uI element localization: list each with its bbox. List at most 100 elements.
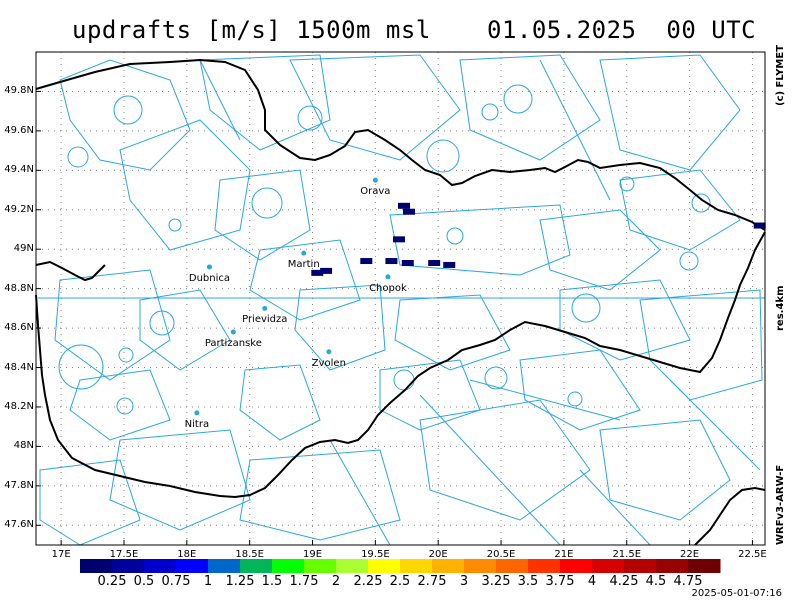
terrain-contour xyxy=(113,95,143,125)
city-markers xyxy=(194,177,391,416)
city-label: Dubnica xyxy=(188,272,231,284)
updraft-cell xyxy=(753,222,766,229)
terrain-contour xyxy=(239,364,321,441)
legend-value-label: 4.75 xyxy=(673,574,703,589)
terrain-contour xyxy=(67,146,89,168)
updraft-map xyxy=(35,51,766,573)
border-line xyxy=(694,486,766,546)
legend-swatch xyxy=(368,559,401,573)
lat-tick-label: 49.4N xyxy=(4,164,34,176)
country-border xyxy=(35,58,766,546)
terrain-contour xyxy=(519,349,641,431)
color-scale-legend xyxy=(80,559,721,573)
city-label: Martin xyxy=(287,259,320,271)
updraft-cell xyxy=(398,202,411,209)
legend-swatch xyxy=(624,559,657,573)
lon-tick-label: 22E xyxy=(680,549,700,560)
terrain-contour xyxy=(469,379,621,421)
terrain-contour xyxy=(69,369,171,441)
terrain-contour xyxy=(579,469,651,546)
terrain-contour xyxy=(503,84,533,114)
legend-swatch xyxy=(688,559,721,573)
city-marker xyxy=(262,305,268,311)
updraft-cell xyxy=(401,260,414,267)
updraft-cell xyxy=(392,236,405,243)
legend-swatch xyxy=(112,559,145,573)
terrain-contour xyxy=(149,310,175,336)
city-marker xyxy=(194,410,200,416)
legend-swatch xyxy=(144,559,177,573)
terrain-contour xyxy=(118,347,134,363)
city-marker xyxy=(301,250,307,256)
lat-tick-label: 49.2N xyxy=(4,203,34,215)
city-marker xyxy=(230,329,236,335)
terrain-contour xyxy=(199,59,241,141)
terrain-contour xyxy=(199,54,331,151)
lon-tick-label: 17E xyxy=(51,549,71,560)
legend-swatch xyxy=(496,559,529,573)
terrain-contour xyxy=(446,227,464,245)
legend-swatch xyxy=(304,559,337,573)
updraft-cell xyxy=(311,269,324,276)
terrain-contour xyxy=(251,187,283,219)
lon-tick-label: 19E xyxy=(302,549,323,560)
terrain-contour xyxy=(214,169,311,261)
lon-tick-label: 21E xyxy=(554,549,574,560)
lon-tick-label: 21.5E xyxy=(612,549,642,560)
terrain-contour xyxy=(481,103,499,121)
terrain-contour xyxy=(329,439,391,546)
generation-timestamp: 2025-05-01-07:16 xyxy=(691,588,782,599)
city-marker xyxy=(385,274,391,280)
updraft-cell xyxy=(360,258,373,265)
city-label: Prievidza xyxy=(242,314,288,326)
terrain-contour xyxy=(168,218,182,232)
updraft-cell xyxy=(443,261,456,268)
terrain-contour xyxy=(39,459,141,546)
lat-tick-label: 48.2N xyxy=(4,400,34,412)
lon-tick-label: 17.5E xyxy=(109,549,139,560)
terrain-contour xyxy=(58,344,104,390)
lat-tick-label: 48N xyxy=(13,440,34,452)
legend-swatch xyxy=(560,559,593,573)
terrain-contour xyxy=(639,289,763,401)
terrain-contour xyxy=(459,54,601,161)
terrain-contour xyxy=(599,54,741,171)
legend-swatch xyxy=(656,559,689,573)
terrain-contour xyxy=(393,369,415,391)
updraft-cell xyxy=(385,258,398,265)
lon-tick-label: 18.5E xyxy=(235,549,264,560)
lon-tick-label: 19.5E xyxy=(361,549,390,560)
terrain-contour xyxy=(484,366,508,390)
lat-tick-label: 48.4N xyxy=(4,361,34,373)
terrain-contour xyxy=(119,119,251,251)
terrain-contour xyxy=(394,294,511,371)
terrain-contour xyxy=(599,419,731,521)
terrain-contour xyxy=(109,429,251,531)
lon-tick-label: 20.5E xyxy=(486,549,516,560)
lat-tick-label: 49N xyxy=(13,243,34,255)
terrain-contour xyxy=(379,359,481,431)
terrain-contour xyxy=(539,59,611,201)
city-marker xyxy=(372,177,378,183)
terrain-contour xyxy=(54,269,171,381)
city-label: Partizanske xyxy=(204,338,262,350)
terrain-contour xyxy=(426,139,460,173)
updraft-cell xyxy=(428,260,441,267)
legend-swatch xyxy=(208,559,241,573)
lat-tick-label: 47.8N xyxy=(4,479,34,491)
terrain-contour xyxy=(679,251,699,271)
lon-tick-label: 18E xyxy=(177,549,197,560)
terrain-contour xyxy=(539,209,661,291)
terrain-contour xyxy=(419,394,561,546)
legend-swatch xyxy=(80,559,113,573)
city-label: Chopok xyxy=(369,282,407,294)
lat-tick-label: 49.6N xyxy=(4,124,34,136)
lat-tick-label: 48.8N xyxy=(4,282,34,294)
border-line xyxy=(35,260,106,282)
city-label: Orava xyxy=(360,186,391,198)
terrain-contour xyxy=(139,289,231,371)
lon-tick-label: 20E xyxy=(428,549,448,560)
terrain-contour xyxy=(419,399,591,521)
legend-swatch xyxy=(336,559,369,573)
lat-tick-label: 48.6N xyxy=(4,322,34,334)
